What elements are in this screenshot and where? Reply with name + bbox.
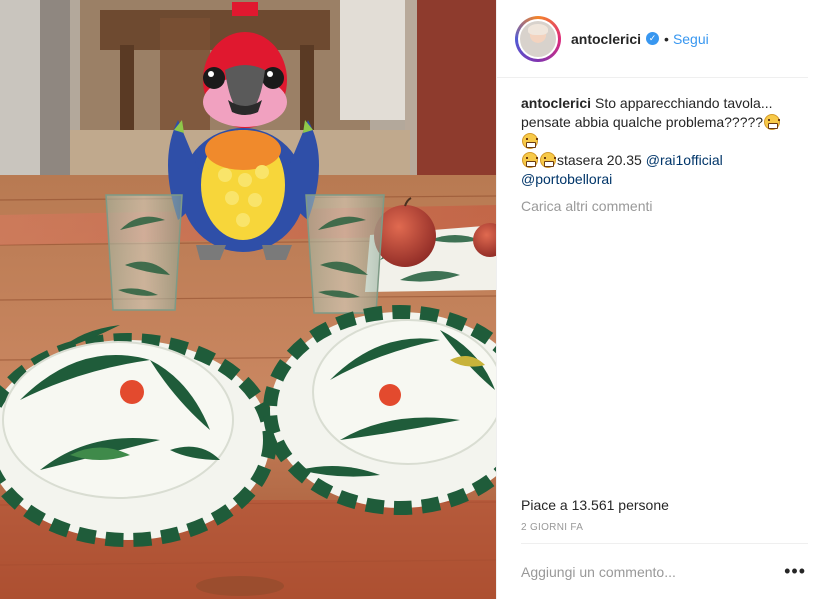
comments-section: antoclerici Sto apparecchiando tavola... … (497, 78, 816, 214)
header-separator: • (664, 30, 669, 47)
grimacing-face-icon (522, 133, 538, 149)
header-username[interactable]: antoclerici (571, 31, 641, 47)
post-caption: antoclerici Sto apparecchiando tavola... … (521, 94, 796, 189)
mention-portobellorai[interactable]: @portobellorai (521, 171, 612, 187)
plate-set-right (263, 305, 496, 515)
load-more-comments-button[interactable]: Carica altri commenti (521, 198, 796, 214)
likes-count[interactable]: Piace a 13.561 persone (497, 497, 808, 513)
grimacing-face-icon (540, 152, 556, 168)
add-comment-bar: ••• (521, 543, 808, 599)
post-header: antoclerici ✓ • Segui (497, 0, 808, 78)
comment-input[interactable] (521, 563, 751, 580)
post-sidebar: antoclerici ✓ • Segui antoclerici Sto app… (496, 0, 816, 599)
grimacing-face-icon (522, 152, 538, 168)
post-photo[interactable] (0, 0, 496, 599)
follow-button[interactable]: Segui (673, 31, 709, 47)
caption-line2: pensate abbia qualche problema????? (521, 114, 764, 130)
caption-line1: Sto apparecchiando tavola... (595, 95, 773, 111)
grimacing-face-icon (764, 114, 781, 130)
post-footer: Piace a 13.561 persone 2 GIORNI FA ••• (497, 497, 808, 599)
post-date[interactable]: 2 GIORNI FA (497, 513, 808, 533)
mention-rai1official[interactable]: @rai1official (646, 152, 723, 168)
glass-left (105, 194, 183, 311)
verified-badge-icon: ✓ (646, 32, 660, 45)
caption-line3: stasera 20.35 (557, 152, 642, 168)
more-options-icon[interactable]: ••• (784, 561, 806, 582)
avatar-story-ring[interactable] (515, 15, 561, 62)
avatar[interactable] (518, 18, 558, 59)
post-image (0, 0, 496, 599)
glass-right (305, 194, 385, 314)
caption-username[interactable]: antoclerici (521, 95, 591, 111)
instagram-post: antoclerici ✓ • Segui antoclerici Sto app… (0, 0, 816, 599)
